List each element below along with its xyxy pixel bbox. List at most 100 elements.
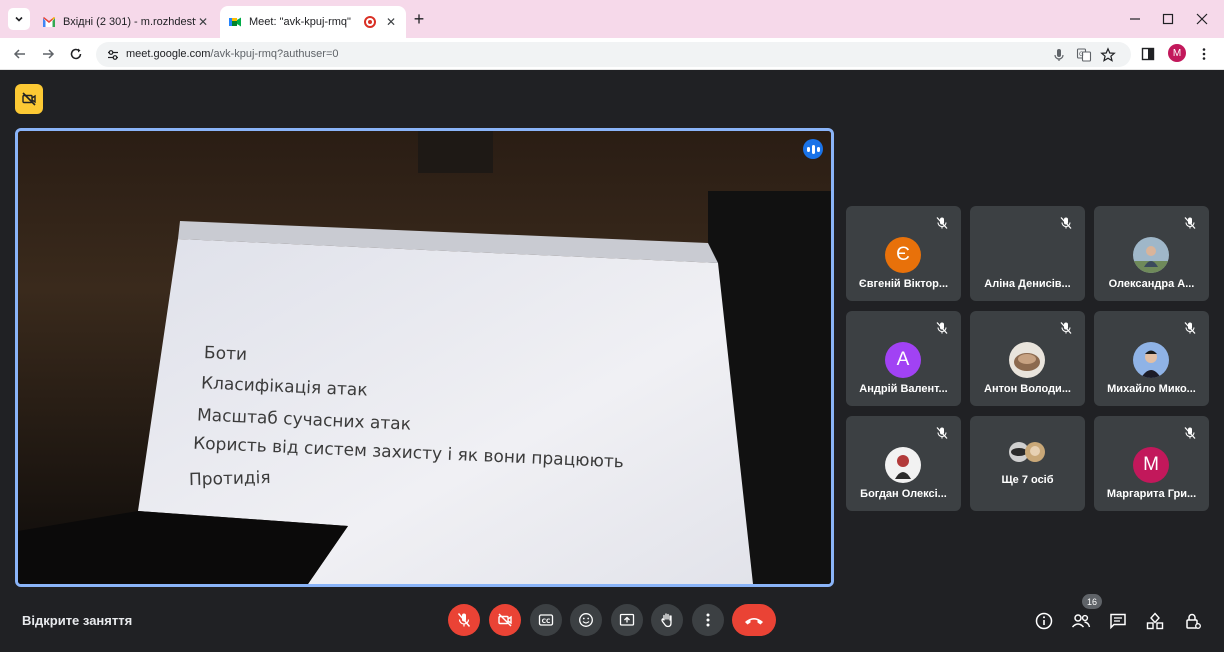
url-text: meet.google.com/avk-kpuj-rmq?authuser=0: [126, 48, 338, 60]
participant-tile[interactable]: Михайло Мико...: [1094, 311, 1209, 406]
mic-off-icon: [1060, 322, 1072, 334]
participant-tile[interactable]: Богдан Олексі...: [846, 416, 961, 511]
present-icon: [619, 613, 635, 626]
activities-button[interactable]: [1144, 610, 1166, 632]
arrow-left-icon: [13, 49, 25, 59]
url-path: /avk-kpuj-rmq?authuser=0: [210, 48, 339, 60]
tab-strip: Вхідні (2 301) - m.rozhdestvens ✕ Meet: …: [0, 0, 1224, 38]
more-options-button[interactable]: [692, 604, 724, 636]
raise-hand-button[interactable]: [651, 604, 683, 636]
mic-off-icon: [1184, 427, 1196, 439]
close-tab-icon[interactable]: ✕: [384, 15, 398, 29]
self-view-camera-off-indicator[interactable]: [15, 84, 43, 114]
avatar: А: [885, 342, 921, 378]
raise-hand-icon: [661, 613, 672, 628]
mic-off-icon: [936, 427, 948, 439]
participant-tile[interactable]: Олександра А...: [1094, 206, 1209, 301]
side-panel-icon: [1141, 47, 1155, 61]
browser-menu-button[interactable]: [1194, 44, 1214, 64]
close-tab-icon[interactable]: ✕: [196, 15, 210, 29]
grouped-avatars: [1008, 441, 1048, 463]
participant-tile[interactable]: Є Євгеній Віктор...: [846, 206, 961, 301]
svg-text:CC: CC: [542, 618, 551, 625]
reactions-button[interactable]: [570, 604, 602, 636]
slide-text-line: Боти: [203, 343, 248, 365]
host-controls-button[interactable]: [1182, 610, 1204, 632]
captions-icon: CC: [538, 614, 554, 626]
url-domain: meet.google.com: [126, 48, 211, 60]
participant-count-badge: 16: [1082, 594, 1102, 609]
speaking-indicator: [803, 139, 823, 159]
mic-off-icon: [936, 217, 948, 229]
participant-name: Богдан Олексі...: [860, 488, 947, 500]
arrow-right-icon: [43, 49, 55, 59]
gmail-icon: [43, 17, 55, 27]
captions-button[interactable]: CC: [530, 604, 562, 636]
camera-off-icon: [498, 613, 512, 627]
present-now-button[interactable]: [611, 604, 643, 636]
projector-screen-image: [18, 131, 831, 584]
avatar-photo: [885, 447, 921, 483]
host-controls-icon: [1186, 613, 1201, 629]
avatar: М: [1133, 447, 1169, 483]
leave-call-button[interactable]: [732, 604, 776, 636]
forward-button[interactable]: [37, 43, 59, 65]
svg-text:G: G: [1079, 51, 1084, 58]
meet-stage: Боти Класифікація атак Масштаб сучасних …: [0, 71, 1224, 652]
participant-name: Маргарита Гри...: [1106, 488, 1197, 500]
avatar-photo: [1009, 342, 1045, 378]
reload-button[interactable]: [65, 43, 87, 65]
participant-name: Аліна Денисів...: [984, 278, 1071, 290]
end-call-icon: [745, 618, 763, 625]
back-button[interactable]: [9, 43, 31, 65]
address-bar[interactable]: meet.google.com/avk-kpuj-rmq?authuser=0 …: [96, 42, 1131, 67]
participant-tile[interactable]: Антон Володи...: [970, 311, 1085, 406]
participant-name: Михайло Мико...: [1107, 383, 1196, 395]
participant-name: Євгеній Віктор...: [858, 278, 949, 290]
new-tab-button[interactable]: +: [408, 8, 430, 30]
tab-gmail[interactable]: Вхідні (2 301) - m.rozhdestvens ✕: [34, 6, 218, 38]
close-window-icon[interactable]: [1192, 9, 1212, 29]
browser-toolbar: meet.google.com/avk-kpuj-rmq?authuser=0 …: [0, 38, 1224, 70]
profile-avatar[interactable]: M: [1168, 44, 1186, 62]
maximize-icon[interactable]: [1158, 9, 1178, 29]
chat-button[interactable]: [1107, 610, 1129, 632]
tab-title: Вхідні (2 301) - m.rozhdestvens: [63, 16, 196, 28]
side-panel-button[interactable]: [1138, 44, 1158, 64]
recording-icon: [364, 16, 376, 28]
meeting-title: Відкрите заняття: [22, 613, 133, 628]
microphone-icon[interactable]: [1051, 47, 1067, 63]
more-participants-tile[interactable]: Ще 7 осіб: [970, 416, 1085, 511]
more-participants-label: Ще 7 осіб: [1001, 474, 1054, 486]
participant-tile[interactable]: М Маргарита Гри...: [1094, 416, 1209, 511]
more-options-icon: [706, 613, 710, 627]
meeting-details-button[interactable]: [1033, 610, 1055, 632]
slide-text-line: Протидія: [188, 467, 271, 491]
mic-off-icon: [1184, 217, 1196, 229]
camera-toggle-button[interactable]: [489, 604, 521, 636]
site-info-icon[interactable]: [106, 48, 120, 62]
mic-toggle-button[interactable]: [448, 604, 480, 636]
people-icon: [1071, 614, 1091, 628]
info-icon: [1035, 612, 1053, 630]
mic-off-icon: [1184, 322, 1196, 334]
people-button[interactable]: [1070, 610, 1092, 632]
avatar-photo: [1133, 237, 1169, 273]
participant-tile[interactable]: Аліна Денисів...: [970, 206, 1085, 301]
translate-icon[interactable]: G: [1076, 47, 1092, 63]
emoji-icon: [579, 613, 593, 627]
mic-off-icon: [936, 322, 948, 334]
participant-tile[interactable]: А Андрій Валент...: [846, 311, 961, 406]
minimize-icon[interactable]: [1125, 9, 1145, 29]
tab-search-button[interactable]: [8, 8, 30, 30]
more-vert-icon: [1202, 48, 1206, 60]
tab-meet[interactable]: Meet: "avk-kpuj-rmq" ✕: [220, 6, 406, 38]
meet-icon: [229, 17, 241, 27]
participant-name: Олександра А...: [1108, 278, 1195, 290]
activities-icon: [1146, 612, 1164, 630]
avatar-photo: [1133, 342, 1169, 378]
main-video-tile[interactable]: Боти Класифікація атак Масштаб сучасних …: [15, 128, 834, 587]
star-icon[interactable]: [1100, 47, 1116, 63]
mic-off-icon: [457, 613, 471, 627]
mic-off-icon: [1060, 217, 1072, 229]
